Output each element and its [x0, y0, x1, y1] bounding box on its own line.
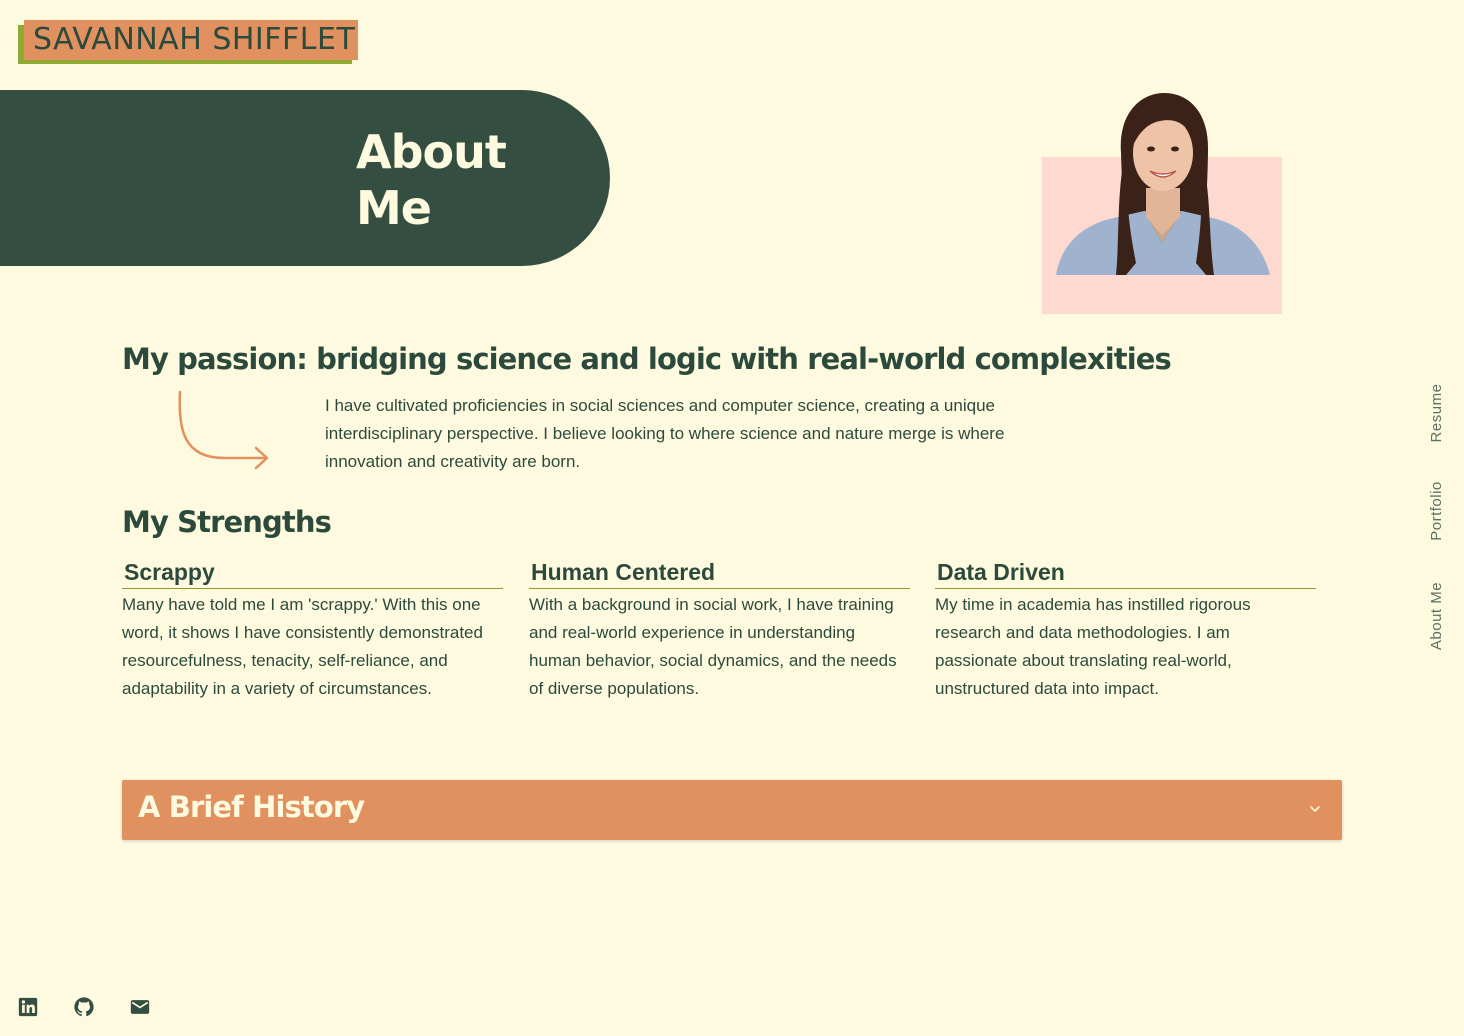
- strength-title: Human Centered: [529, 557, 910, 589]
- strength-card-scrappy: Scrappy Many have told me I am 'scrappy.…: [122, 557, 503, 703]
- nav-link-about[interactable]: About Me: [1428, 573, 1448, 659]
- page-title-line-2: Me: [356, 181, 432, 235]
- curved-arrow-icon: [178, 390, 269, 470]
- logo-text[interactable]: SAVANNAH SHIFFLET: [24, 20, 358, 60]
- site-logo[interactable]: SAVANNAH SHIFFLET: [18, 20, 358, 64]
- brief-history-accordion[interactable]: A Brief History: [122, 780, 1342, 840]
- nav-link-resume[interactable]: Resume: [1428, 375, 1448, 451]
- passion-text: I have cultivated proficiencies in socia…: [325, 396, 1005, 471]
- strength-card-data-driven: Data Driven My time in academia has inst…: [935, 557, 1316, 703]
- linkedin-icon[interactable]: [17, 996, 39, 1018]
- chevron-down-icon[interactable]: [1308, 802, 1322, 816]
- email-icon[interactable]: [129, 996, 151, 1018]
- portrait-photo: [1056, 93, 1270, 275]
- github-icon[interactable]: [73, 996, 95, 1018]
- strength-text: Many have told me I am 'scrappy.' With t…: [122, 595, 483, 698]
- nav-link-portfolio[interactable]: Portfolio: [1428, 473, 1448, 549]
- page-title-line-1: About: [356, 125, 507, 179]
- strength-text: With a background in social work, I have…: [529, 595, 897, 698]
- strengths-heading: My Strengths: [122, 505, 332, 539]
- strength-title: Scrappy: [122, 557, 503, 589]
- strength-text: My time in academia has instilled rigoro…: [935, 595, 1251, 698]
- accordion-title: A Brief History: [138, 790, 365, 824]
- passion-heading: My passion: bridging science and logic w…: [122, 342, 1172, 376]
- strength-title: Data Driven: [935, 557, 1316, 589]
- strength-card-human-centered: Human Centered With a background in soci…: [529, 557, 910, 703]
- page-title: About Me: [356, 124, 536, 236]
